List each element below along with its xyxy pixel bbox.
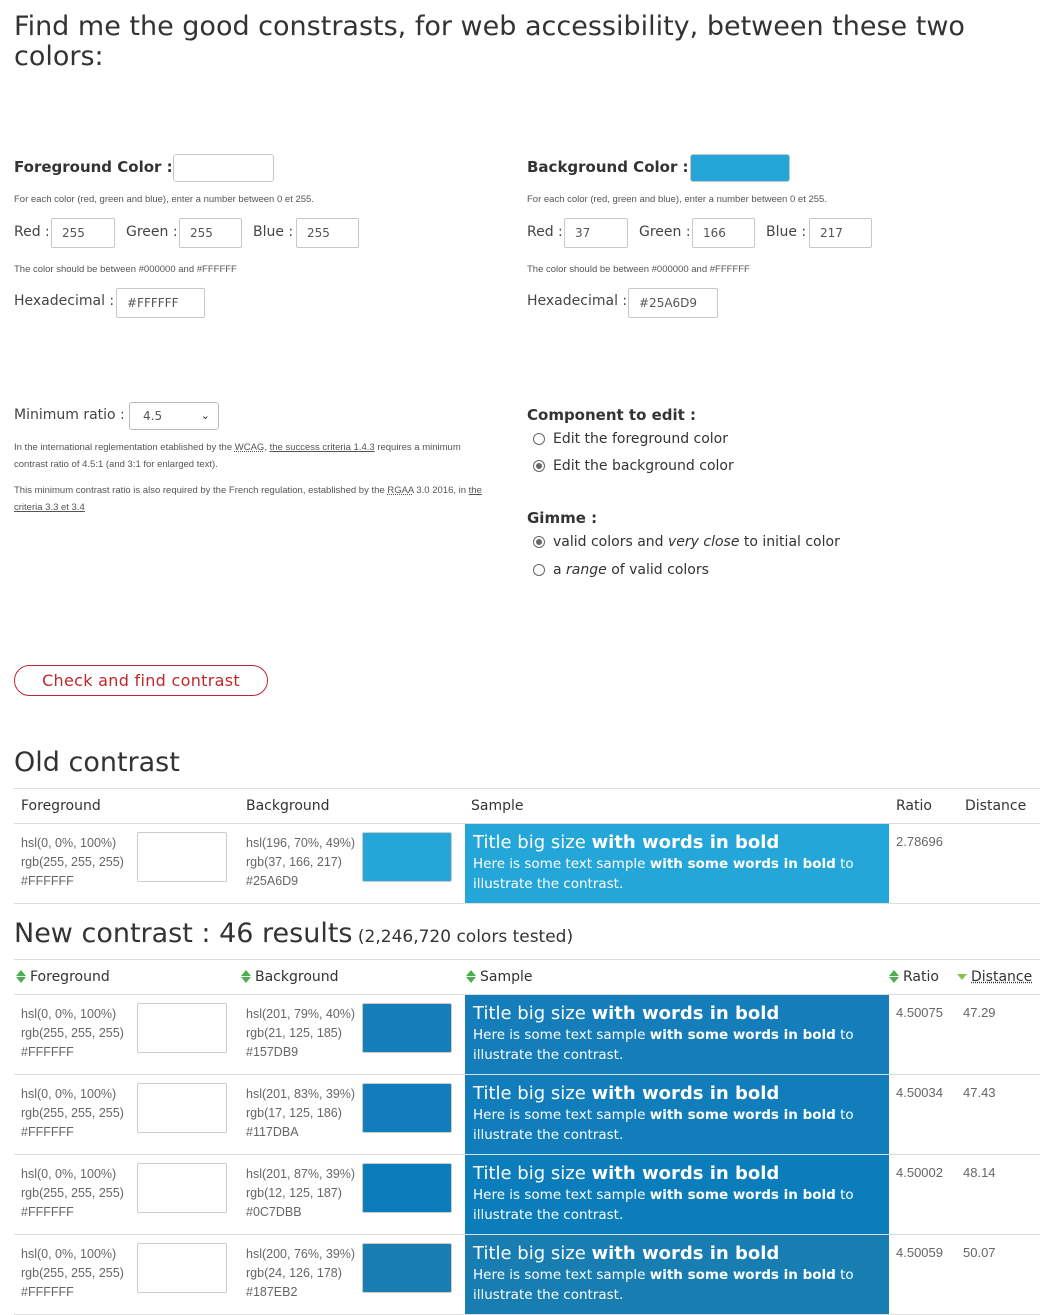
background-hex-help: The color should be between #000000 and … bbox=[527, 261, 750, 278]
new-contrast-header: Foreground Background Sample Ratio Dista… bbox=[14, 959, 1040, 995]
new-contrast-title: New contrast : 46 results (2,246,720 col… bbox=[14, 918, 573, 949]
distance-value: 50.07 bbox=[963, 1245, 996, 1260]
th-sample: Sample bbox=[471, 798, 524, 814]
foreground-blue-label: Blue : bbox=[253, 224, 293, 240]
distance-value: 48.14 bbox=[963, 1165, 996, 1180]
foreground-green-input[interactable]: 255 bbox=[179, 218, 242, 248]
radio-range[interactable]: a range of valid colors bbox=[533, 562, 709, 578]
foreground-red-input[interactable]: 255 bbox=[51, 218, 115, 248]
component-to-edit-label: Component to edit : bbox=[527, 406, 696, 424]
foreground-blue-input[interactable]: 255 bbox=[296, 218, 359, 248]
sort-sample[interactable]: Sample bbox=[466, 969, 533, 985]
ratio-help-rgaa: This minimum contrast ratio is also requ… bbox=[14, 482, 484, 516]
foreground-color-box bbox=[137, 1083, 227, 1133]
background-color-box bbox=[362, 1003, 452, 1053]
ratio-value: 4.50002 bbox=[896, 1165, 943, 1180]
minimum-ratio-label: Minimum ratio : bbox=[14, 407, 125, 423]
foreground-hex-help: The color should be between #000000 and … bbox=[14, 261, 237, 278]
foreground-color-box bbox=[137, 1163, 227, 1213]
foreground-color-box bbox=[137, 832, 227, 882]
foreground-help: For each color (red, green and blue), en… bbox=[14, 191, 314, 208]
background-color-box bbox=[362, 832, 452, 882]
check-and-find-contrast-button[interactable]: Check and find contrast bbox=[14, 665, 268, 696]
background-blue-label: Blue : bbox=[766, 224, 806, 240]
background-green-input[interactable]: 166 bbox=[692, 218, 755, 248]
background-red-input[interactable]: 37 bbox=[564, 218, 628, 248]
foreground-hex-label: Hexadecimal : bbox=[14, 293, 114, 309]
background-color-box bbox=[362, 1243, 452, 1293]
ratio-help-wcag: In the international reglementation etab… bbox=[14, 439, 484, 473]
sort-descending-icon bbox=[957, 970, 967, 984]
background-green-label: Green : bbox=[639, 224, 691, 240]
sort-icon bbox=[466, 970, 476, 984]
sort-icon bbox=[889, 970, 899, 984]
ratio-value: 2.78696 bbox=[896, 834, 943, 849]
foreground-swatch[interactable] bbox=[173, 154, 274, 182]
table-row: hsl(0, 0%, 100%) rgb(255, 255, 255) #FFFFF… bbox=[14, 995, 1040, 1075]
radio-unchecked-icon[interactable] bbox=[533, 564, 545, 576]
table-row: hsl(0, 0%, 100%) rgb(255, 255, 255) #FFFFF… bbox=[14, 1155, 1040, 1235]
table-row: hsl(0, 0%, 100%) rgb(255, 255, 255) #FFFFF… bbox=[14, 1075, 1040, 1155]
old-contrast-header: Foreground Background Sample Ratio Dista… bbox=[14, 788, 1040, 824]
background-hex-input[interactable]: #25A6D9 bbox=[628, 288, 718, 318]
foreground-color-label: Foreground Color : bbox=[14, 158, 173, 176]
distance-value: 47.43 bbox=[963, 1085, 996, 1100]
th-background: Background bbox=[246, 798, 330, 814]
background-blue-input[interactable]: 217 bbox=[809, 218, 872, 248]
radio-checked-icon[interactable] bbox=[533, 460, 545, 472]
ratio-value: 4.50059 bbox=[896, 1245, 943, 1260]
foreground-hex-input[interactable]: #FFFFFF bbox=[116, 288, 205, 318]
minimum-ratio-value: 4.5 bbox=[143, 409, 162, 423]
radio-edit-background[interactable]: Edit the background color bbox=[533, 458, 734, 474]
page-title: Find me the good constrasts, for web acc… bbox=[14, 12, 1014, 72]
contrast-sample: Title big size with words in bold Here is… bbox=[465, 995, 889, 1074]
background-color-box bbox=[362, 1083, 452, 1133]
contrast-sample: Title big size with words in bold Here is… bbox=[465, 1155, 889, 1234]
chevron-down-icon: ⌄ bbox=[201, 409, 210, 422]
th-foreground: Foreground bbox=[21, 798, 101, 814]
radio-edit-foreground[interactable]: Edit the foreground color bbox=[533, 431, 728, 447]
old-contrast-title: Old contrast bbox=[14, 747, 180, 778]
ratio-value: 4.50075 bbox=[896, 1005, 943, 1020]
distance-value: 47.29 bbox=[963, 1005, 996, 1020]
contrast-sample: Title big size with words in bold Here is… bbox=[465, 1075, 889, 1154]
background-red-label: Red : bbox=[527, 224, 563, 240]
background-color-box bbox=[362, 1163, 452, 1213]
gimme-label: Gimme : bbox=[527, 509, 597, 527]
th-distance: Distance bbox=[965, 798, 1026, 814]
foreground-color-box bbox=[137, 1003, 227, 1053]
contrast-sample: Title big size with words in bold Here is… bbox=[465, 1235, 889, 1314]
foreground-green-label: Green : bbox=[126, 224, 178, 240]
background-swatch[interactable] bbox=[690, 154, 790, 182]
sort-distance[interactable]: Distance bbox=[957, 969, 1032, 985]
background-color-label: Background Color : bbox=[527, 158, 689, 176]
contrast-sample: Title big size with words in bold Here i… bbox=[465, 824, 889, 903]
ratio-value: 4.50034 bbox=[896, 1085, 943, 1100]
th-ratio: Ratio bbox=[896, 798, 932, 814]
foreground-color-box bbox=[137, 1243, 227, 1293]
background-hex-label: Hexadecimal : bbox=[527, 293, 627, 309]
success-criteria-link[interactable]: the success criteria 1.4.3 bbox=[270, 442, 375, 453]
table-row: hsl(0, 0%, 100%) rgb(255, 255, 255) #FFFFF… bbox=[14, 824, 1040, 904]
sort-foreground[interactable]: Foreground bbox=[16, 969, 110, 985]
sort-ratio[interactable]: Ratio bbox=[889, 969, 939, 985]
radio-checked-icon[interactable] bbox=[533, 536, 545, 548]
sort-background[interactable]: Background bbox=[241, 969, 339, 985]
radio-very-close[interactable]: valid colors and very close to initial c… bbox=[533, 534, 840, 550]
minimum-ratio-select[interactable]: 4.5 ⌄ bbox=[129, 402, 219, 430]
radio-unchecked-icon[interactable] bbox=[533, 433, 545, 445]
sort-icon bbox=[241, 970, 251, 984]
table-row: hsl(0, 0%, 100%) rgb(255, 255, 255) #FFFFF… bbox=[14, 1235, 1040, 1315]
background-help: For each color (red, green and blue), en… bbox=[527, 191, 827, 208]
foreground-red-label: Red : bbox=[14, 224, 50, 240]
sort-icon bbox=[16, 970, 26, 984]
